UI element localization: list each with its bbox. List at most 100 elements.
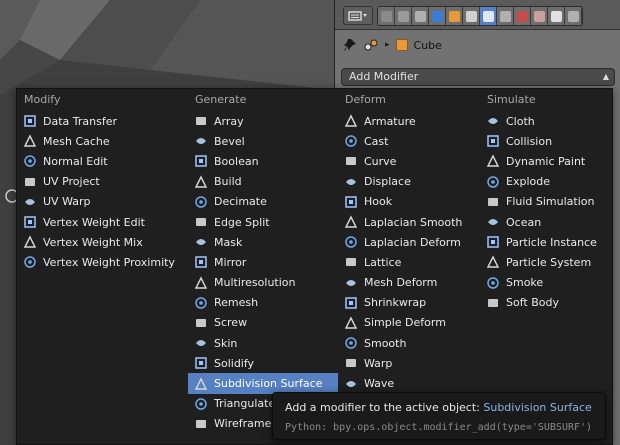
menu-item-fluid-simulation[interactable]: Fluid Simulation <box>480 192 613 212</box>
multiresolution-icon <box>194 276 208 290</box>
menu-item-particle-instance[interactable]: Particle Instance <box>480 232 613 252</box>
menu-item-label: Mesh Deform <box>364 276 438 290</box>
menu-item-displace[interactable]: Displace <box>338 172 480 192</box>
normal-edit-icon <box>23 154 37 168</box>
simple-deform-icon <box>344 316 358 330</box>
menu-item-subdivision-surface[interactable]: Subdivision Surface <box>188 373 338 394</box>
tab-modifier-wrench[interactable] <box>480 7 497 25</box>
data-mesh-icon <box>499 10 511 22</box>
menu-item-normal-edit[interactable]: Normal Edit <box>17 151 188 171</box>
menu-item-multiresolution[interactable]: Multiresolution <box>188 273 338 293</box>
menu-item-label: Simple Deform <box>364 316 446 330</box>
menu-item-curve[interactable]: Curve <box>338 151 480 171</box>
menu-item-laplacian-deform[interactable]: Laplacian Deform <box>338 232 480 252</box>
menu-item-solidify[interactable]: Solidify <box>188 353 338 373</box>
menu-item-edge-split[interactable]: Edge Split <box>188 212 338 232</box>
menu-item-label: Soft Body <box>506 296 559 310</box>
uv-warp-icon <box>23 195 37 209</box>
menu-item-boolean[interactable]: Boolean <box>188 151 338 171</box>
tab-render-layers[interactable] <box>395 7 412 25</box>
menu-item-mesh-deform[interactable]: Mesh Deform <box>338 273 480 293</box>
menu-item-label: Multiresolution <box>214 276 296 290</box>
menu-item-smooth[interactable]: Smooth <box>338 333 480 353</box>
menu-item-vertex-weight-edit[interactable]: Vertex Weight Edit <box>17 212 188 232</box>
add-modifier-button[interactable]: Add Modifier ▲▼ <box>341 68 615 97</box>
tab-render[interactable] <box>378 7 395 25</box>
menu-item-bevel[interactable]: Bevel <box>188 131 338 151</box>
object-name: Cube <box>413 38 442 52</box>
menu-item-uv-warp[interactable]: UV Warp <box>17 192 188 212</box>
menu-item-lattice[interactable]: Lattice <box>338 252 480 272</box>
tooltip: Add a modifier to the active object: Sub… <box>272 392 606 440</box>
menu-item-label: Vertex Weight Edit <box>43 215 145 229</box>
menu-item-shrinkwrap[interactable]: Shrinkwrap <box>338 293 480 313</box>
menu-column-header: Deform <box>345 93 386 106</box>
tooltip-python: Python: bpy.ops.object.modifier_add(type… <box>285 422 593 433</box>
soft-body-icon <box>486 296 500 310</box>
menu-item-smoke[interactable]: Smoke <box>480 273 613 293</box>
menu-item-wave[interactable]: Wave <box>338 373 480 393</box>
menu-item-simple-deform[interactable]: Simple Deform <box>338 313 480 333</box>
cube-icon <box>395 39 408 51</box>
menu-item-armature[interactable]: Armature <box>338 111 480 131</box>
menu-item-label: Vertex Weight Proximity <box>43 255 175 269</box>
menu-item-label: Smoke <box>506 276 544 290</box>
menu-item-laplacian-smooth[interactable]: Laplacian Smooth <box>338 212 480 232</box>
menu-item-label: Subdivision Surface <box>214 377 323 391</box>
menu-item-vertex-weight-mix[interactable]: Vertex Weight Mix <box>17 232 188 252</box>
cloth-icon <box>486 114 500 128</box>
editor-type-button[interactable] <box>343 6 373 25</box>
menu-item-warp[interactable]: Warp <box>338 353 480 373</box>
menu-item-dynamic-paint[interactable]: Dynamic Paint <box>480 151 613 171</box>
texture-icon <box>533 10 545 22</box>
menu-item-particle-system[interactable]: Particle System <box>480 252 613 272</box>
menu-item-label: Collision <box>506 134 553 148</box>
tab-physics[interactable] <box>565 7 582 25</box>
edge-split-icon <box>194 215 208 229</box>
tab-data-mesh[interactable] <box>497 7 514 25</box>
skin-icon <box>194 336 208 350</box>
render-layers-icon <box>397 10 409 22</box>
menu-item-build[interactable]: Build <box>188 172 338 192</box>
decimate-icon <box>194 195 208 209</box>
menu-item-mask[interactable]: Mask <box>188 232 338 252</box>
tooltip-value: Subdivision Surface <box>483 401 592 414</box>
menu-column-header: Modify <box>24 93 61 106</box>
dynamic-paint-icon <box>486 154 500 168</box>
tab-scene[interactable] <box>412 7 429 25</box>
menu-item-cast[interactable]: Cast <box>338 131 480 151</box>
tab-texture[interactable] <box>531 7 548 25</box>
menu-item-label: Fluid Simulation <box>506 195 595 209</box>
bevel-icon <box>194 134 208 148</box>
hook-icon <box>344 195 358 209</box>
menu-item-hook[interactable]: Hook <box>338 192 480 212</box>
tab-constraints[interactable] <box>463 7 480 25</box>
menu-item-explode[interactable]: Explode <box>480 172 613 192</box>
menu-item-cloth[interactable]: Cloth <box>480 111 613 131</box>
menu-item-skin[interactable]: Skin <box>188 333 338 353</box>
tab-particles[interactable] <box>548 7 565 25</box>
menu-item-soft-body[interactable]: Soft Body <box>480 293 613 313</box>
menu-item-collision[interactable]: Collision <box>480 131 613 151</box>
particle-instance-icon <box>486 235 500 249</box>
menu-item-decimate[interactable]: Decimate <box>188 192 338 212</box>
menu-item-label: Displace <box>364 175 411 189</box>
tab-material[interactable] <box>514 7 531 25</box>
array-icon <box>194 114 208 128</box>
menu-item-uv-project[interactable]: UV Project <box>17 172 188 192</box>
menu-item-screw[interactable]: Screw <box>188 313 338 333</box>
menu-item-vertex-weight-proximity[interactable]: Vertex Weight Proximity <box>17 252 188 272</box>
tab-world[interactable] <box>429 7 446 25</box>
menu-item-mesh-cache[interactable]: Mesh Cache <box>17 131 188 151</box>
object-icon <box>448 10 460 22</box>
menu-item-label: Laplacian Smooth <box>364 215 463 229</box>
properties-header <box>335 0 620 30</box>
menu-item-remesh[interactable]: Remesh <box>188 293 338 313</box>
tab-object[interactable] <box>446 7 463 25</box>
menu-item-mirror[interactable]: Mirror <box>188 252 338 272</box>
menu-item-ocean[interactable]: Ocean <box>480 212 613 232</box>
menu-item-array[interactable]: Array <box>188 111 338 131</box>
menu-item-label: Particle System <box>506 255 592 269</box>
menu-item-data-transfer[interactable]: Data Transfer <box>17 111 188 131</box>
pin-icon[interactable] <box>343 38 357 52</box>
